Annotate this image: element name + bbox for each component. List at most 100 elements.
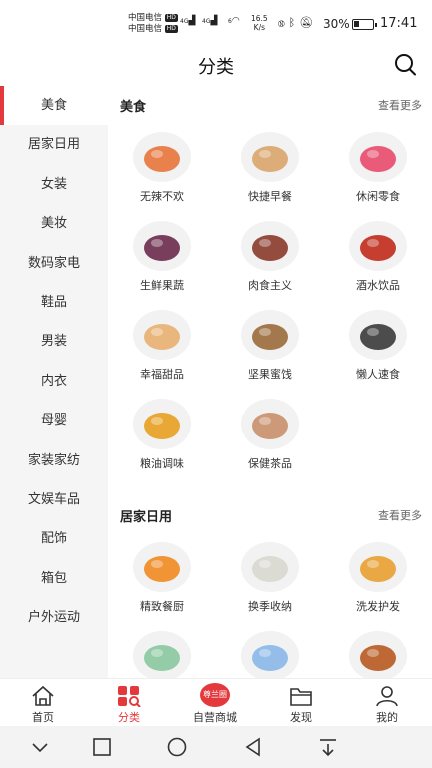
category-item[interactable]: 酒水饮品 <box>324 213 432 302</box>
back-icon[interactable] <box>242 736 264 758</box>
sidebar-item[interactable]: 户外运动 <box>0 598 108 637</box>
category-item[interactable]: 无辣不欢 <box>108 124 216 213</box>
system-nav-bar <box>0 726 432 768</box>
category-label: 坚果蜜饯 <box>248 368 292 381</box>
home-circle-icon[interactable] <box>166 736 188 758</box>
user-icon <box>376 686 398 707</box>
product-image-icon <box>360 645 396 671</box>
sidebar-item[interactable]: 美食 <box>0 86 108 126</box>
product-image-icon <box>144 235 180 261</box>
nfc-icon: Ⓝ <box>278 16 289 29</box>
net-type-1: 4G <box>180 18 189 25</box>
category-grid: 无辣不欢 快捷早餐 休闲零食生鲜果蔬 肉食主义 酒水饮品幸福甜品 坚果蜜饯 懒人速食粮油调味… <box>108 122 432 480</box>
tab-self-mall[interactable]: 尊兰圈 自营商城 <box>172 679 258 727</box>
category-item[interactable]: 生鲜果蔬 <box>108 213 216 302</box>
product-image-icon <box>144 413 180 439</box>
sidebar-item[interactable]: 配饰 <box>0 519 108 558</box>
product-image-icon <box>144 645 180 671</box>
carrier-2: 中国电信 <box>128 24 163 34</box>
category-content: 美食 查看更多 无辣不欢 快捷早餐 休闲零食 生鲜果蔬 肉食主义 酒水饮品 幸福甜品 坚果蜜饯 懒人… <box>108 86 432 678</box>
tab-discover[interactable]: 发现 <box>258 679 344 727</box>
system-icons: Ⓝᛒ🔕︎ <box>278 16 317 29</box>
category-label: 粮油调味 <box>140 457 184 470</box>
sidebar-item[interactable]: 男装 <box>0 322 108 361</box>
see-more-link[interactable]: 查看更多 <box>378 507 422 523</box>
category-label: 保健茶品 <box>248 457 292 470</box>
category-item[interactable]: 换季收纳 <box>216 534 324 623</box>
sidebar-item[interactable]: 母婴 <box>0 401 108 440</box>
see-more-link[interactable]: 查看更多 <box>378 97 422 113</box>
signal-icon: 4G▟ <box>202 16 218 26</box>
speed-value: 16.5 <box>251 14 268 23</box>
product-image-icon <box>360 324 396 350</box>
battery-icon <box>352 19 377 30</box>
category-label: 无辣不欢 <box>140 190 184 203</box>
sidebar-item[interactable]: 鞋品 <box>0 283 108 322</box>
category-label: 休闲零食 <box>356 190 400 203</box>
category-item[interactable]: 懒人速食 <box>324 302 432 391</box>
sidebar-item[interactable]: 箱包 <box>0 559 108 598</box>
category-grid: 精致餐厨 换季收纳 洗发护发 <box>108 532 432 678</box>
wifi-label: 6 <box>228 18 232 25</box>
sidebar-item[interactable]: 美妆 <box>0 204 108 243</box>
product-image-icon <box>360 235 396 261</box>
recents-icon[interactable] <box>91 736 113 758</box>
mute-icon: 🔕︎ <box>299 16 318 29</box>
category-thumbnail <box>349 221 407 271</box>
home-icon <box>32 685 54 706</box>
product-image-icon <box>252 413 288 439</box>
carrier-info: 中国电信 HD 中国电信 HD <box>128 13 178 35</box>
category-label: 洗发护发 <box>356 600 400 613</box>
hd-badge: HD <box>164 13 178 22</box>
clock: 17:41 <box>380 16 418 31</box>
folder-icon <box>290 688 312 706</box>
category-label: 换季收纳 <box>248 600 292 613</box>
section-header: 居家日用 查看更多 <box>108 496 432 532</box>
sidebar-item[interactable]: 内衣 <box>0 362 108 401</box>
category-item[interactable] <box>324 623 432 678</box>
category-item[interactable]: 肉食主义 <box>216 213 324 302</box>
category-item[interactable]: 保健茶品 <box>216 391 324 480</box>
category-item[interactable]: 幸福甜品 <box>108 302 216 391</box>
net-type-2: 4G <box>202 18 211 25</box>
product-image-icon <box>252 645 288 671</box>
bluetooth-icon: ᛒ <box>288 16 300 29</box>
product-image-icon <box>252 324 288 350</box>
tab-category[interactable]: 分类 <box>86 679 172 727</box>
sidebar-item[interactable]: 居家日用 <box>0 125 108 164</box>
hd-badge: HD <box>164 24 178 33</box>
chevron-down-icon[interactable] <box>29 736 51 758</box>
tab-home[interactable]: 首页 <box>0 679 86 727</box>
wifi-icon: 6◠ <box>228 16 240 26</box>
category-item[interactable]: 休闲零食 <box>324 124 432 213</box>
category-item[interactable]: 粮油调味 <box>108 391 216 480</box>
notification-pull-icon[interactable] <box>317 736 339 758</box>
search-icon[interactable] <box>392 52 418 78</box>
category-thumbnail <box>241 399 299 449</box>
category-item[interactable]: 快捷早餐 <box>216 124 324 213</box>
section-title: 居家日用 <box>120 510 173 525</box>
sidebar-item[interactable]: 女装 <box>0 165 108 204</box>
search-icon-svg <box>395 54 416 76</box>
sidebar-item[interactable]: 数码家电 <box>0 244 108 283</box>
category-item[interactable] <box>108 623 216 678</box>
page-title: 分类 <box>198 57 234 78</box>
product-image-icon <box>360 146 396 172</box>
category-thumbnail <box>349 631 407 678</box>
product-image-icon <box>144 324 180 350</box>
category-thumbnail <box>241 310 299 360</box>
category-item[interactable] <box>216 623 324 678</box>
category-thumbnail <box>349 542 407 592</box>
sidebar-item[interactable]: 家装家纺 <box>0 441 108 480</box>
category-label: 快捷早餐 <box>248 190 292 203</box>
category-item[interactable]: 精致餐厨 <box>108 534 216 623</box>
category-item[interactable]: 洗发护发 <box>324 534 432 623</box>
category-item[interactable]: 坚果蜜饯 <box>216 302 324 391</box>
signal-icon: 4G▟ <box>180 16 196 26</box>
product-image-icon <box>252 556 288 582</box>
category-thumbnail <box>349 310 407 360</box>
category-thumbnail <box>349 132 407 182</box>
sidebar-item[interactable]: 文娱车品 <box>0 480 108 519</box>
tab-mine[interactable]: 我的 <box>344 679 430 727</box>
